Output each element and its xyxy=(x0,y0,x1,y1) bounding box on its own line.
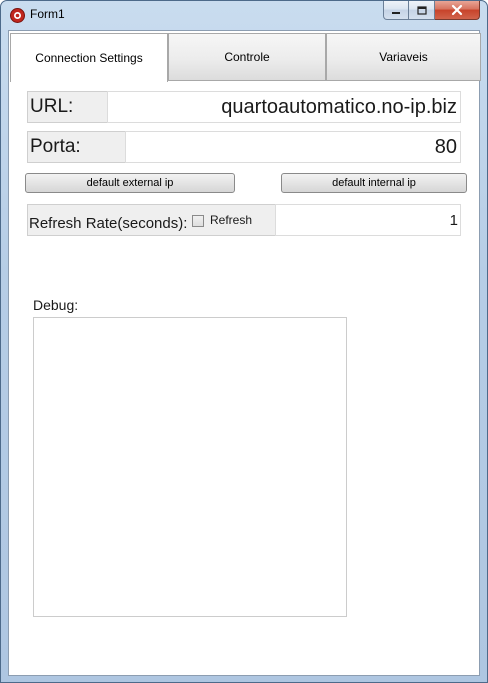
app-icon xyxy=(10,8,25,23)
default-internal-ip-button[interactable]: default internal ip xyxy=(281,173,467,193)
default-external-ip-button[interactable]: default external ip xyxy=(25,173,235,193)
debug-label: Debug: xyxy=(33,297,79,313)
tab-label: Controle xyxy=(224,50,270,64)
tab-connection-settings[interactable]: Connection Settings xyxy=(10,33,168,82)
title-bar[interactable]: Form1 xyxy=(1,1,487,29)
maximize-button[interactable] xyxy=(409,1,435,20)
tab-controle[interactable]: Controle xyxy=(168,33,326,81)
url-input[interactable] xyxy=(107,91,461,123)
tab-label: Variaveis xyxy=(379,50,428,64)
refresh-checkbox-label[interactable]: Refresh xyxy=(210,213,252,227)
app-window: Form1 Connection Settings Controle Varia… xyxy=(0,0,488,683)
minimize-icon xyxy=(391,1,401,20)
port-row: Porta: xyxy=(27,131,481,163)
close-icon xyxy=(451,1,463,20)
button-label: default internal ip xyxy=(332,177,416,189)
port-input[interactable] xyxy=(125,131,461,163)
refresh-checkbox[interactable] xyxy=(192,215,204,227)
refresh-rate-input[interactable] xyxy=(275,204,461,236)
window-title: Form1 xyxy=(30,7,65,21)
port-label: Porta: xyxy=(27,131,127,163)
maximize-icon xyxy=(416,1,427,20)
close-button[interactable] xyxy=(435,1,480,20)
refresh-rate-label: Refresh Rate(seconds): xyxy=(29,215,188,232)
button-label: default external ip xyxy=(86,177,174,189)
tab-strip: Connection Settings Controle Variaveis xyxy=(10,33,481,82)
refresh-rate-label-box: Refresh Rate(seconds): Refresh xyxy=(27,204,283,236)
client-area: Connection Settings Controle Variaveis U… xyxy=(8,30,481,676)
tab-label: Connection Settings xyxy=(35,51,143,65)
url-label: URL: xyxy=(27,91,109,123)
tab-content-connection-settings: URL: Porta: default external ip default … xyxy=(9,81,479,675)
tab-variaveis[interactable]: Variaveis xyxy=(326,33,481,81)
window-controls xyxy=(383,1,480,21)
debug-textarea[interactable] xyxy=(33,317,347,617)
url-row: URL: xyxy=(27,91,481,123)
refresh-rate-row: Refresh Rate(seconds): Refresh xyxy=(27,204,481,236)
minimize-button[interactable] xyxy=(383,1,409,20)
